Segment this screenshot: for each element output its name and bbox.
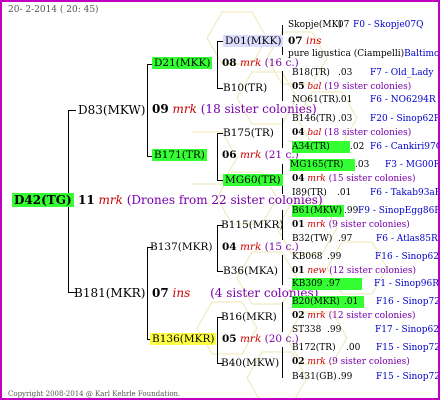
connector (217, 133, 218, 180)
parent-queen: B181(MKR) (74, 286, 146, 300)
ancestor-row: Skopje(MK).07 F0 - Skopje07Q (288, 20, 424, 30)
root-drone-line: 11 mrk (Drones from 22 sister colonies) (78, 193, 323, 207)
connector (147, 64, 148, 156)
ggp-queen: MG60(TR) (223, 174, 283, 186)
ancestor-row: A34(TR) .02 F6 - Cankiri97Q (292, 141, 440, 153)
ancestor-row: KB309.97 F1 - Sinop96R (292, 278, 439, 290)
ggp-queen: D01(MKK) (223, 35, 284, 47)
ancestor-row: B61(MKW) .99F9 - SinopEgg86R (292, 205, 440, 217)
connector (217, 41, 218, 88)
grandparent-queen: D21(MKK) (152, 57, 213, 69)
ggp-queen: B36(MKA) (223, 265, 279, 277)
connector (147, 247, 148, 339)
ggp-queen: B10(TR) (223, 82, 268, 94)
ancestor-row: KB068.99 F16 - Sinop62R (292, 252, 440, 262)
ancestor-row: I89(TR) .01 F6 - Takab93aR (292, 188, 440, 198)
parent-queen: D83(MKW) (78, 103, 146, 117)
ancestor-row: NO61(TR).01 F6 - NO6294R (292, 95, 436, 105)
pedigree-chart: 20- 2-2014 ( 20: 45) Copyright 2008-2014… (0, 0, 440, 400)
grandparent-queen: B171(TR) (152, 149, 207, 161)
connector (217, 225, 218, 271)
ancestor-row: MG165(TR) .03 F3 - MG00R (290, 159, 440, 171)
copyright: Copyright 2008-2014 @ Karl Kehrle Founda… (8, 390, 181, 398)
ancestor-row: B18(TR) .03 F7 - Old_Lady (292, 68, 434, 78)
drone-mark: mrk (98, 193, 123, 207)
ancestor-drone-row: 05 bal (19 sister colonies) (292, 82, 412, 92)
grandparent-drone-line: 04 mrk (15 c.) (222, 241, 299, 253)
timestamp: 20- 2-2014 ( 20: 45) (8, 5, 99, 15)
ancestor-row: B172(TR) .00 F15 - Sinop72R (292, 343, 440, 353)
connector (282, 118, 283, 148)
ancestor-drone-row: 04 mrk (15 sister colonies) (292, 174, 416, 184)
ggp-queen: B40(MKW) (221, 357, 280, 369)
ancestor-drone-row: 01 mrk (9 sister colonies) (292, 220, 410, 230)
connector (282, 255, 283, 285)
ancestor-row: B32(TW) .97 F6 - Atlas85R (292, 234, 438, 244)
grandparent-queen: B136(MKR) (150, 333, 217, 345)
grandparent-drone-line: 06 mrk (21 c.) (222, 149, 299, 161)
ancestor-row: B146(TR) .03 F20 - Sinop62R (292, 114, 440, 124)
connector (68, 110, 76, 111)
ancestor-row: B20(MKR) .01 F16 - Sinop72R (292, 296, 440, 308)
ancestor-drone-row: 04 bal (18 sister colonies) (292, 128, 412, 138)
ggp-queen: B115(MKR) (221, 219, 284, 231)
connector (282, 302, 283, 332)
ancestor-drone-row: 02 mrk (9 sister colonies) (292, 357, 410, 367)
ancestor-drone-row: 07 ins (288, 35, 322, 47)
connector (217, 317, 218, 363)
grandparent-drone-line: 05 mrk (20 c.) (222, 333, 299, 345)
ggp-queen: B175(TR) (223, 127, 274, 139)
connector (282, 347, 283, 378)
grandparent-queen: B137(MKR) (150, 241, 213, 253)
connector (282, 71, 283, 101)
ancestor-row: B431(GB).99 F15 - Sinop72R (292, 372, 440, 382)
ancestor-drone-row: 02 mrk (12 sister colonies) (292, 311, 416, 321)
ancestor-row: ST338.99 F17 - Sinop62R (292, 325, 440, 335)
root-queen: D42(TG) (12, 193, 74, 207)
ggp-queen: B16(MKR) (221, 311, 277, 323)
ancestor-row: pure ligustica (Ciampelli)Baltimore (288, 49, 440, 59)
drone-number: 11 (78, 193, 95, 207)
ancestor-drone-row: 01 new (12 sister colonies) (292, 266, 417, 276)
